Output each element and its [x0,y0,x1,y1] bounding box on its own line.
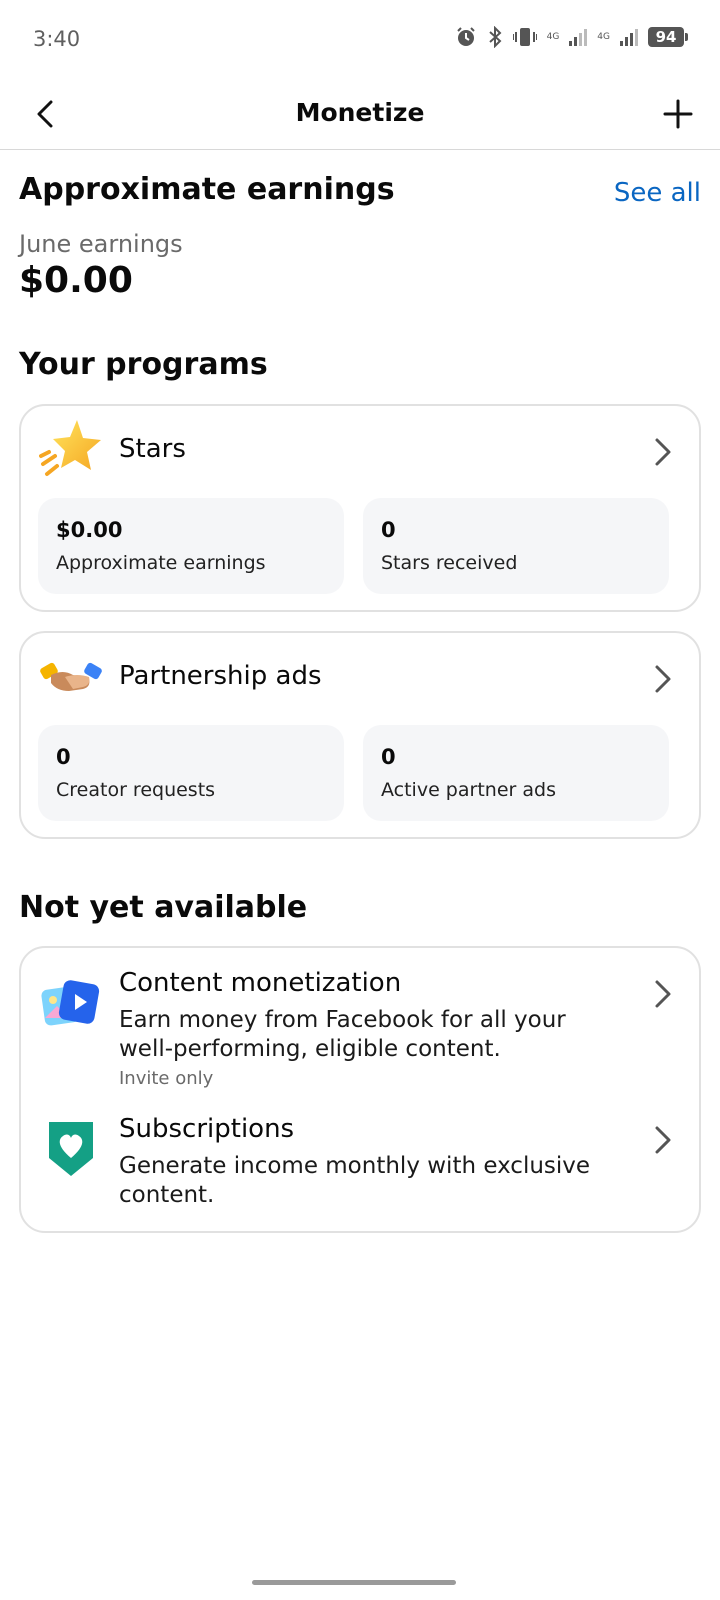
status-time: 3:40 [33,27,81,51]
stat-value: 0 [381,518,396,542]
page-title: Monetize [295,98,425,127]
chevron-right-icon [655,438,671,466]
stat-label: Stars received [381,552,518,574]
status-bar: 3:40 4G 4G 94 [0,0,720,80]
stat-creator-requests: 0 Creator requests [38,725,344,821]
stat-label: Creator requests [56,779,216,801]
list-item-subscriptions[interactable]: Subscriptions Generate income monthly wi… [21,1114,699,1214]
stat-stars-received: 0 Stars received [363,498,669,594]
earnings-value: $0.00 [19,260,133,301]
chevron-right-icon [655,665,671,693]
stat-label: Active partner ads [381,779,556,801]
earnings-period-label: June earnings [19,230,183,258]
program-name: Stars [119,434,186,464]
stat-approximate-earnings: $0.00 Approximate earnings [38,498,344,594]
earnings-title: Approximate earnings [19,172,395,207]
battery-icon: 94 [648,27,688,47]
program-card-stars[interactable]: Stars $0.00 Approximate earnings 0 Stars… [19,404,701,612]
vibrate-icon [512,28,537,46]
list-item-description: Generate income monthly with exclusive c… [119,1153,591,1208]
chevron-right-icon [655,980,671,1008]
network-label: 4G [597,32,610,42]
stat-value: 0 [56,745,71,769]
signal-icon [569,29,588,46]
content-monetization-icon [41,980,100,1026]
subscription-heart-icon [49,1122,93,1176]
app-header: Monetize [0,80,720,150]
program-row-stars[interactable]: Stars [21,406,699,498]
alarm-icon [456,27,475,46]
list-item-note: Invite only [119,1068,214,1089]
handshake-icon [40,662,102,691]
not-available-title: Not yet available [19,890,308,925]
status-icons: 4G 4G 94 [455,26,688,48]
see-all-link[interactable]: See all [614,178,701,208]
stat-label: Approximate earnings [56,552,266,574]
list-item-description: Earn money from Facebook for all your we… [119,1007,566,1062]
list-item-content-monetization[interactable]: Content monetization Earn money from Fac… [21,968,699,1098]
signal-icon [620,29,638,46]
plus-icon[interactable] [660,96,696,132]
bluetooth-icon [488,26,502,48]
stat-value: $0.00 [56,518,123,542]
network-label: 4G [546,32,560,42]
list-item-title: Subscriptions [119,1114,295,1144]
program-row-partnership-ads[interactable]: Partnership ads [21,633,699,725]
list-item-title: Content monetization [119,968,402,998]
home-indicator[interactable] [252,1580,456,1585]
program-name: Partnership ads [119,661,322,691]
chevron-right-icon [655,1126,671,1154]
stat-value: 0 [381,745,396,769]
not-available-card: Content monetization Earn money from Fac… [19,946,701,1233]
program-card-partnership-ads[interactable]: Partnership ads 0 Creator requests 0 Act… [19,631,701,839]
programs-title: Your programs [19,347,268,382]
stat-active-partner-ads: 0 Active partner ads [363,725,669,821]
star-icon [39,420,101,476]
